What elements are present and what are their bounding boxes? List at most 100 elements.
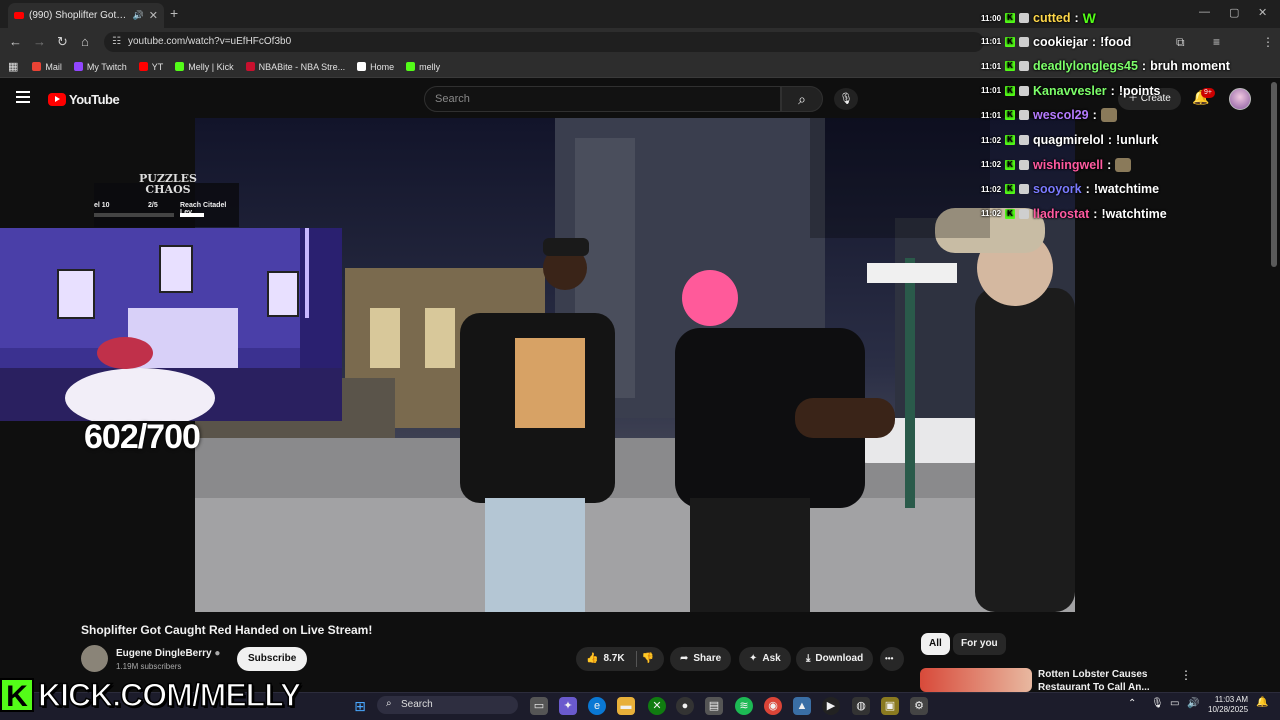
extensions-icon[interactable]: ⧉ <box>1176 35 1185 50</box>
new-tab-button[interactable]: + <box>170 5 178 21</box>
mic-tray-icon[interactable]: 🎙 <box>1151 698 1164 709</box>
obs-icon[interactable]: ◍ <box>852 697 870 715</box>
webcam-image <box>0 228 342 421</box>
bookmark-item[interactable]: My Twitch <box>73 62 127 72</box>
bookmark-icon <box>406 62 416 71</box>
site-info-icon[interactable]: ☷ <box>112 32 121 52</box>
reload-icon[interactable]: ↻ <box>57 34 68 50</box>
bookmark-icon <box>357 62 367 71</box>
edge-icon[interactable]: e <box>588 697 606 715</box>
recommended-title[interactable]: Rotten Lobster Causes Restaurant To Call… <box>1038 668 1168 694</box>
chip-for-you[interactable]: For you <box>953 633 1006 655</box>
share-button[interactable]: ➦ Share <box>670 647 732 671</box>
chat-emote-icon <box>1100 108 1117 123</box>
ask-button[interactable]: ✦ Ask <box>739 647 791 671</box>
chat-time: 11:02 <box>981 209 1002 219</box>
bookmark-item[interactable]: YT <box>138 62 163 72</box>
sparkle-icon: ✦ <box>749 653 758 664</box>
taskbar-search[interactable]: Search <box>377 696 518 714</box>
kick-branding: K KICK.COM/MELLY <box>0 676 302 714</box>
browser-tab[interactable]: (990) Shoplifter Got Caught 🔊 ✕ <box>8 3 164 28</box>
chat-separator: : <box>1091 34 1097 49</box>
close-window-icon[interactable]: ✕ <box>1258 6 1267 19</box>
url-text: youtube.com/watch?v=uEfHFcOf3b0 <box>128 36 292 47</box>
channel-avatar[interactable] <box>81 645 108 672</box>
close-tab-icon[interactable]: ✕ <box>149 9 158 22</box>
back-icon[interactable]: ← <box>9 34 22 49</box>
maximize-icon[interactable]: ▢ <box>1229 6 1239 19</box>
puzzle-progress-bar <box>94 213 174 217</box>
bookmark-label: melly <box>419 61 441 72</box>
chat-separator: : <box>1107 157 1112 172</box>
chat-text: !points <box>1118 83 1161 98</box>
search-input[interactable]: Search <box>424 86 781 112</box>
taskbar-clock[interactable]: 11:03 AM 10/28/2025 <box>1208 695 1248 715</box>
xbox-icon[interactable]: ✕ <box>648 697 666 715</box>
bookmark-item[interactable]: NBABite - NBA Stre... <box>245 62 345 72</box>
bookmark-item[interactable]: Melly | Kick <box>175 62 234 72</box>
task-view-icon[interactable]: ▭ <box>530 697 548 715</box>
user-badge-icon <box>1019 61 1029 72</box>
recommended-menu-icon[interactable]: ⋮ <box>1180 668 1192 682</box>
bookmark-icon <box>245 62 255 71</box>
account-avatar[interactable] <box>1229 88 1251 110</box>
chat-username: wescol29 <box>1033 108 1089 123</box>
photos-icon[interactable]: ▲ <box>793 697 811 715</box>
chat-message: 11:01 Kdeadlylonglegs45: bruh moment <box>981 59 1230 73</box>
goal-progress-bar <box>180 213 204 217</box>
chat-message: 11:02 Klladrostat: !watchtime <box>981 207 1167 221</box>
browser-menu-icon[interactable]: ⋮ <box>1262 35 1274 49</box>
thumbs-down-icon[interactable]: 👎 <box>642 647 654 671</box>
chrome-icon[interactable]: ◉ <box>764 697 782 715</box>
volume-icon[interactable]: 🔊 <box>1187 698 1199 709</box>
chat-time: 11:01 <box>981 110 1002 120</box>
app-icon[interactable]: ▣ <box>881 697 899 715</box>
media-player-icon[interactable]: ▶ <box>822 697 840 715</box>
youtube-logo[interactable]: YouTube <box>48 92 120 107</box>
subscribe-button[interactable]: Subscribe <box>237 647 308 671</box>
youtube-play-icon <box>48 93 66 106</box>
bookmark-label: Home <box>370 61 395 72</box>
microphone-icon[interactable]: 🎙 <box>834 88 858 110</box>
search-icon[interactable]: ⌕ <box>781 86 823 112</box>
notification-center-icon[interactable]: 🔔 <box>1256 697 1268 708</box>
download-button[interactable]: ⤓ Download <box>796 647 874 671</box>
channel-name[interactable]: Eugene DingleBerry ● <box>116 648 220 659</box>
chat-username: wishingwell <box>1033 157 1104 172</box>
network-icon[interactable]: ▭ <box>1170 698 1179 709</box>
user-badge-icon <box>1019 208 1029 219</box>
bookmark-item[interactable]: Mail <box>32 62 62 72</box>
chat-username: cookiejar <box>1033 34 1088 49</box>
chat-time: 11:02 <box>981 160 1002 170</box>
chip-all[interactable]: All <box>921 633 950 655</box>
page-scrollbar[interactable] <box>1271 82 1277 267</box>
menu-icon[interactable] <box>16 91 30 106</box>
kick-logo-icon: K <box>0 678 34 713</box>
audio-icon[interactable]: 🔊 <box>133 10 144 21</box>
settings-icon[interactable]: ⚙ <box>910 697 928 715</box>
file-explorer-icon[interactable]: ▬ <box>617 697 635 715</box>
url-field[interactable]: ☷ youtube.com/watch?v=uEfHFcOf3b0 <box>104 32 984 52</box>
github-icon[interactable]: ● <box>676 697 694 715</box>
minimize-icon[interactable]: — <box>1199 6 1210 18</box>
windows-start-icon[interactable]: ⊞ <box>351 697 369 715</box>
reading-list-icon[interactable]: ≡ <box>1213 35 1220 49</box>
copilot-icon[interactable]: ✦ <box>559 697 577 715</box>
recommended-thumbnail[interactable] <box>920 668 1032 692</box>
like-button[interactable]: 👍 8.7K 👎 <box>576 647 665 671</box>
spotify-icon[interactable]: ≋ <box>735 697 753 715</box>
bookmark-item[interactable]: Home <box>357 62 394 72</box>
chat-username: deadlylonglegs45 <box>1033 59 1138 74</box>
forward-icon[interactable]: → <box>33 34 46 49</box>
home-icon[interactable]: ⌂ <box>81 34 89 49</box>
more-actions-button[interactable]: ••• <box>880 647 904 671</box>
chat-username: cutted <box>1033 11 1071 25</box>
chat-message: 11:00 Kcutted: W <box>981 10 1096 26</box>
store-icon[interactable]: ▤ <box>705 697 723 715</box>
apps-grid-icon[interactable]: ▦ <box>8 60 18 73</box>
tray-overflow-icon[interactable]: ⌃ <box>1128 698 1136 709</box>
chat-text: !unlurk <box>1116 133 1159 147</box>
bookmark-item[interactable]: melly <box>406 62 440 72</box>
kick-badge-icon: K <box>1005 85 1015 96</box>
chat-text: !watchtime <box>1101 206 1167 221</box>
